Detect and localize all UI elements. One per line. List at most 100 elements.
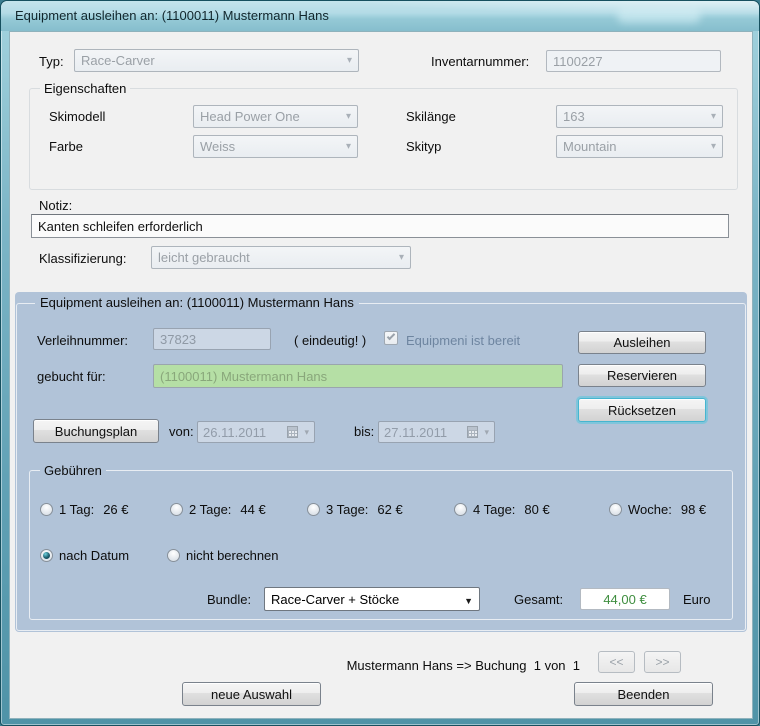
radio-icon (307, 503, 320, 516)
chevron-down-icon: ▾ (345, 141, 351, 152)
gebuehren-title: Gebühren (40, 463, 106, 478)
eigenschaften-title: Eigenschaften (40, 81, 131, 96)
checkmark-icon (386, 331, 396, 341)
skityp-combobox[interactable]: Mountain ▾ (556, 135, 723, 158)
skilaenge-label: Skilänge (406, 109, 456, 124)
bundle-value: Race-Carver + Stöcke (271, 591, 400, 607)
farbe-combobox[interactable]: Weiss ▾ (193, 135, 358, 158)
window-title: Equipment ausleihen an: (1100011) Muster… (15, 8, 329, 23)
radio-icon (454, 503, 467, 516)
fee-label: 3 Tage: (326, 502, 369, 517)
eindeutig-hint: ( eindeutig! ) (294, 333, 367, 348)
skimodell-value: Head Power One (200, 109, 300, 124)
prev-button[interactable]: << (598, 651, 635, 673)
calendar-icon (467, 426, 479, 438)
notiz-label: Notiz: (39, 198, 73, 213)
reservieren-button[interactable]: Reservieren (578, 364, 706, 387)
bundle-combobox[interactable]: Race-Carver + Stöcke ▼ (264, 587, 480, 611)
klassifizierung-value: leicht gebraucht (158, 250, 250, 265)
gebuehren-groupbox: Gebühren 1 Tag: 26 € 2 Tage: 44 € 3 Tage… (29, 463, 733, 620)
skimodell-combobox[interactable]: Head Power One ▾ (193, 105, 358, 128)
typ-combobox-value: Race-Carver (81, 53, 155, 68)
fee-label: Woche: (628, 502, 672, 517)
notiz-value: Kanten schleifen erforderlich (38, 218, 203, 234)
verleihnummer-value: 37823 (160, 331, 197, 347)
inventarnummer-label: Inventarnummer: (431, 54, 530, 69)
von-datepicker[interactable]: 26.11.2011 ▾ (197, 421, 315, 443)
klassifizierung-combobox[interactable]: leicht gebraucht ▾ (151, 246, 411, 269)
ausleihen-panel: Equipment ausleihen an: (1100011) Muster… (15, 292, 747, 632)
klassifizierung-label: Klassifizierung: (39, 251, 127, 266)
gebucht-fuer-label: gebucht für: (37, 369, 106, 384)
neue-auswahl-button[interactable]: neue Auswahl (182, 682, 321, 706)
fee-price: 80 € (524, 502, 550, 517)
fee-option-3-tage[interactable]: 3 Tage: 62 € (307, 502, 403, 517)
von-label: von: (169, 424, 194, 439)
calendar-icon (287, 426, 299, 438)
fee-price: 26 € (103, 502, 129, 517)
ausleihen-button[interactable]: Ausleihen (578, 331, 706, 354)
chevron-down-icon: ▾ (710, 111, 716, 122)
gesamt-value: 44,00 € (603, 591, 647, 607)
bereit-checkbox-label: Equipmeni ist bereit (406, 333, 521, 348)
chevron-down-icon: ▾ (398, 252, 404, 263)
euro-label: Euro (683, 592, 711, 607)
client-area: Typ: Race-Carver ▾ Inventarnummer: 11002… (9, 31, 753, 719)
skimodell-label: Skimodell (49, 109, 106, 124)
titlebar-blur (617, 8, 701, 23)
next-button[interactable]: >> (644, 651, 681, 673)
bundle-label: Bundle: (207, 592, 252, 607)
fee-option-2-tage[interactable]: 2 Tage: 44 € (170, 502, 266, 517)
nicht-berechnen-radio[interactable]: nicht berechnen (167, 548, 279, 563)
skityp-value: Mountain (563, 139, 617, 154)
fee-price: 44 € (240, 502, 266, 517)
bereit-checkbox[interactable] (384, 331, 398, 345)
booking-status: Mustermann Hans => Buchung 1 von 1 (346, 658, 580, 673)
fee-price: 62 € (377, 502, 403, 517)
chevron-down-icon: ▾ (710, 141, 716, 152)
radio-checked-icon (40, 549, 53, 562)
gebucht-fuer-value: (1100011) Mustermann Hans (160, 368, 328, 384)
fee-label: 4 Tage: (473, 502, 516, 517)
fee-label: 2 Tage: (189, 502, 232, 517)
inventarnummer-value: 1100227 (553, 53, 603, 69)
dialog-window: Equipment ausleihen an: (1100011) Muster… (0, 0, 760, 726)
buchungsplan-button[interactable]: Buchungsplan (33, 419, 159, 443)
verleihnummer-label: Verleihnummer: (37, 333, 129, 348)
nicht-berechnen-label: nicht berechnen (186, 548, 279, 563)
chevron-down-icon: ▾ (484, 426, 489, 437)
inventarnummer-field[interactable]: 1100227 (546, 50, 721, 72)
fee-option-4-tage[interactable]: 4 Tage: 80 € (454, 502, 550, 517)
fee-label: 1 Tag: (59, 502, 95, 517)
titlebar[interactable]: Equipment ausleihen an: (1100011) Muster… (1, 1, 759, 31)
radio-icon (609, 503, 622, 516)
bis-date-value: 27.11.2011 (384, 424, 448, 440)
radio-icon (40, 503, 53, 516)
notiz-field[interactable]: Kanten schleifen erforderlich (31, 214, 729, 238)
radio-icon (167, 549, 180, 562)
farbe-value: Weiss (200, 139, 236, 154)
radio-icon (170, 503, 183, 516)
typ-label: Typ: (39, 54, 64, 69)
panel-title: Equipment ausleihen an: (1100011) Muster… (35, 295, 359, 310)
farbe-label: Farbe (49, 139, 83, 154)
fee-option-woche[interactable]: Woche: 98 € (609, 502, 706, 517)
gebucht-fuer-field[interactable]: (1100011) Mustermann Hans (153, 364, 563, 388)
chevron-down-icon: ▾ (304, 426, 309, 437)
gesamt-field[interactable]: 44,00 € (580, 588, 670, 610)
fee-option-1-tag[interactable]: 1 Tag: 26 € (40, 502, 129, 517)
ruecksetzen-button[interactable]: Rücksetzen (578, 398, 706, 422)
chevron-down-icon: ▼ (464, 596, 473, 606)
typ-combobox[interactable]: Race-Carver ▾ (74, 49, 359, 72)
nach-datum-radio[interactable]: nach Datum (40, 548, 129, 563)
bis-datepicker[interactable]: 27.11.2011 ▾ (378, 421, 495, 443)
skilaenge-combobox[interactable]: 163 ▾ (556, 105, 723, 128)
nach-datum-label: nach Datum (59, 548, 130, 563)
fee-price: 98 € (680, 502, 707, 517)
chevron-down-icon: ▾ (345, 111, 351, 122)
verleihnummer-field[interactable]: 37823 (153, 328, 271, 350)
beenden-button[interactable]: Beenden (574, 682, 713, 706)
gesamt-label: Gesamt: (514, 592, 564, 607)
bis-label: bis: (354, 424, 375, 439)
skityp-label: Skityp (406, 139, 442, 154)
